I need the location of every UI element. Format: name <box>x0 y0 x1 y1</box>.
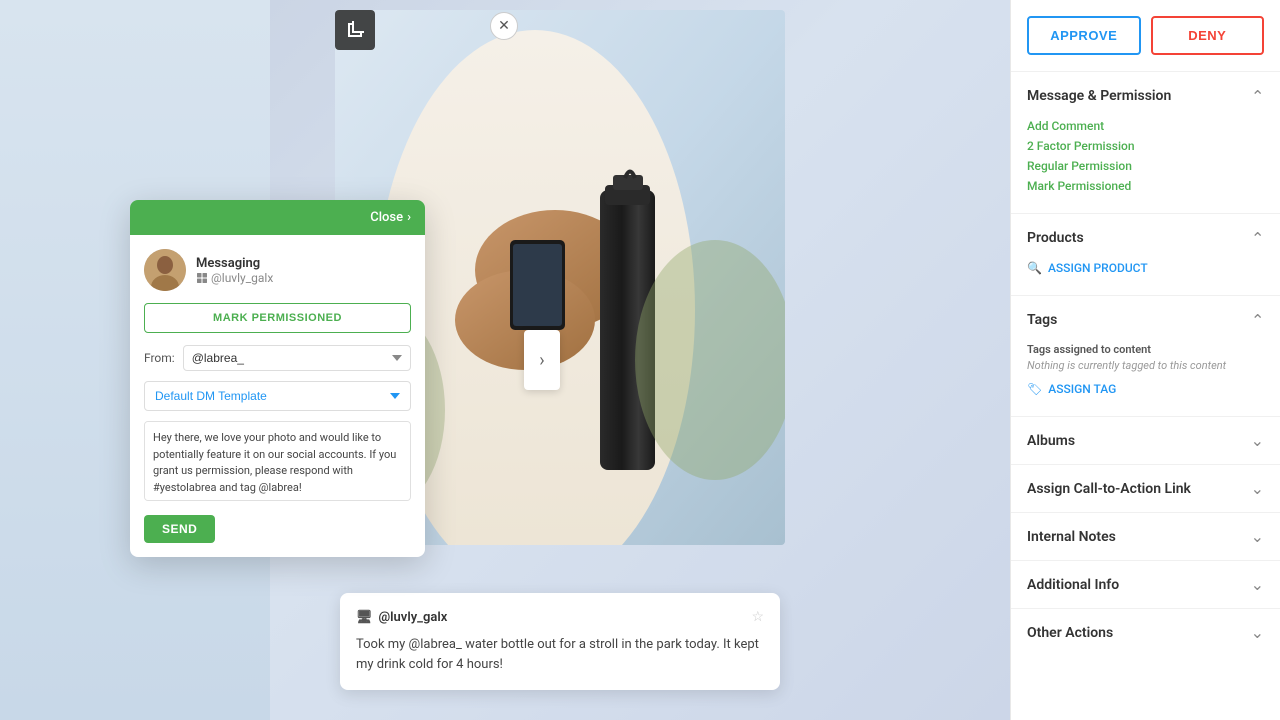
template-select[interactable]: Default DM Template <box>144 381 411 411</box>
products-content: 🔍 ASSIGN PRODUCT <box>1011 261 1280 295</box>
chevron-up-icon-products: ⌄ <box>1251 228 1264 247</box>
mark-permissioned-link[interactable]: Mark Permissioned <box>1027 179 1264 193</box>
tag-icon: 🏷 <box>1027 382 1042 396</box>
post-caption-card: 🖥 @luvly_galx ☆ Took my @labrea_ water b… <box>340 593 780 690</box>
tags-title: Tags <box>1027 312 1057 328</box>
section-additional-info: Additional Info ⌄ <box>1011 560 1280 608</box>
right-sidebar: APPROVE DENY Message & Permission ⌄ Add … <box>1010 0 1280 720</box>
from-select[interactable]: @labrea_ <box>183 345 411 371</box>
message-permission-content: Add Comment 2 Factor Permission Regular … <box>1011 119 1280 213</box>
monitor-icon: 🖥 <box>356 610 373 625</box>
regular-permission-link[interactable]: Regular Permission <box>1027 159 1264 173</box>
messaging-user-row: Messaging @luvly_galx <box>144 249 411 291</box>
main-content: ✕ <box>0 0 1010 720</box>
section-internal-notes: Internal Notes ⌄ <box>1011 512 1280 560</box>
deny-button[interactable]: DENY <box>1151 16 1265 55</box>
avatar <box>144 249 186 291</box>
tags-assigned-label: Tags assigned to content <box>1027 343 1264 356</box>
search-icon: 🔍 <box>1027 261 1042 275</box>
chevron-up-icon-tags: ⌄ <box>1251 310 1264 329</box>
add-comment-link[interactable]: Add Comment <box>1027 119 1264 133</box>
section-message-permission: Message & Permission ⌄ Add Comment 2 Fac… <box>1011 71 1280 213</box>
chevron-down-icon-other: ⌄ <box>1251 623 1264 642</box>
tags-content: Tags assigned to content Nothing is curr… <box>1011 343 1280 416</box>
tags-header[interactable]: Tags ⌄ <box>1011 296 1280 343</box>
message-permission-header[interactable]: Message & Permission ⌄ <box>1011 72 1280 119</box>
message-permission-title: Message & Permission <box>1027 88 1171 104</box>
mark-permissioned-button[interactable]: MARK PERMISSIONED <box>144 303 411 333</box>
chevron-down-icon-notes: ⌄ <box>1251 527 1264 546</box>
products-header[interactable]: Products ⌄ <box>1011 214 1280 261</box>
section-other-actions: Other Actions ⌄ <box>1011 608 1280 656</box>
assign-tag-link[interactable]: 🏷 ASSIGN TAG <box>1027 382 1264 396</box>
messaging-header[interactable]: Close › <box>130 200 425 235</box>
additional-info-header[interactable]: Additional Info ⌄ <box>1011 561 1280 608</box>
section-products: Products ⌄ 🔍 ASSIGN PRODUCT <box>1011 213 1280 295</box>
two-factor-link[interactable]: 2 Factor Permission <box>1027 139 1264 153</box>
user-info: Messaging @luvly_galx <box>196 256 273 285</box>
approve-button[interactable]: APPROVE <box>1027 16 1141 55</box>
next-arrow-button[interactable]: › <box>524 330 560 390</box>
albums-header[interactable]: Albums ⌄ <box>1011 417 1280 464</box>
post-caption: Took my @labrea_ water bottle out for a … <box>356 635 764 674</box>
additional-info-title: Additional Info <box>1027 577 1119 593</box>
post-caption-header: 🖥 @luvly_galx ☆ <box>356 609 764 625</box>
tags-nothing-label: Nothing is currently tagged to this cont… <box>1027 359 1264 372</box>
action-buttons: APPROVE DENY <box>1011 0 1280 71</box>
chevron-down-icon-additional: ⌄ <box>1251 575 1264 594</box>
internal-notes-title: Internal Notes <box>1027 529 1116 545</box>
image-close-button[interactable]: ✕ <box>490 12 518 40</box>
section-albums: Albums ⌄ <box>1011 416 1280 464</box>
post-username: @luvly_galx <box>379 610 448 625</box>
close-messaging-button[interactable]: Close › <box>370 210 411 225</box>
cta-title: Assign Call-to-Action Link <box>1027 481 1191 497</box>
internal-notes-header[interactable]: Internal Notes ⌄ <box>1011 513 1280 560</box>
from-label: From: <box>144 351 175 365</box>
assign-product-link[interactable]: 🔍 ASSIGN PRODUCT <box>1027 261 1264 275</box>
chevron-down-icon-cta: ⌄ <box>1251 479 1264 498</box>
chevron-down-icon-albums: ⌄ <box>1251 431 1264 450</box>
chevron-up-icon: ⌄ <box>1251 86 1264 105</box>
messaging-panel: Close › Messaging <box>130 200 425 557</box>
cta-header[interactable]: Assign Call-to-Action Link ⌄ <box>1011 465 1280 512</box>
messaging-title: Messaging <box>196 256 273 271</box>
post-user: 🖥 @luvly_galx <box>356 610 447 625</box>
from-row: From: @labrea_ <box>144 345 411 371</box>
section-tags: Tags ⌄ Tags assigned to content Nothing … <box>1011 295 1280 416</box>
send-button[interactable]: SEND <box>144 515 215 543</box>
star-icon[interactable]: ☆ <box>751 609 764 625</box>
section-cta: Assign Call-to-Action Link ⌄ <box>1011 464 1280 512</box>
crop-icon[interactable] <box>335 10 375 50</box>
other-actions-header[interactable]: Other Actions ⌄ <box>1011 609 1280 656</box>
other-actions-title: Other Actions <box>1027 625 1113 641</box>
products-title: Products <box>1027 230 1084 246</box>
user-handle: @luvly_galx <box>196 271 273 285</box>
message-textarea[interactable]: Hey there, we love your photo and would … <box>144 421 411 501</box>
albums-title: Albums <box>1027 433 1075 449</box>
